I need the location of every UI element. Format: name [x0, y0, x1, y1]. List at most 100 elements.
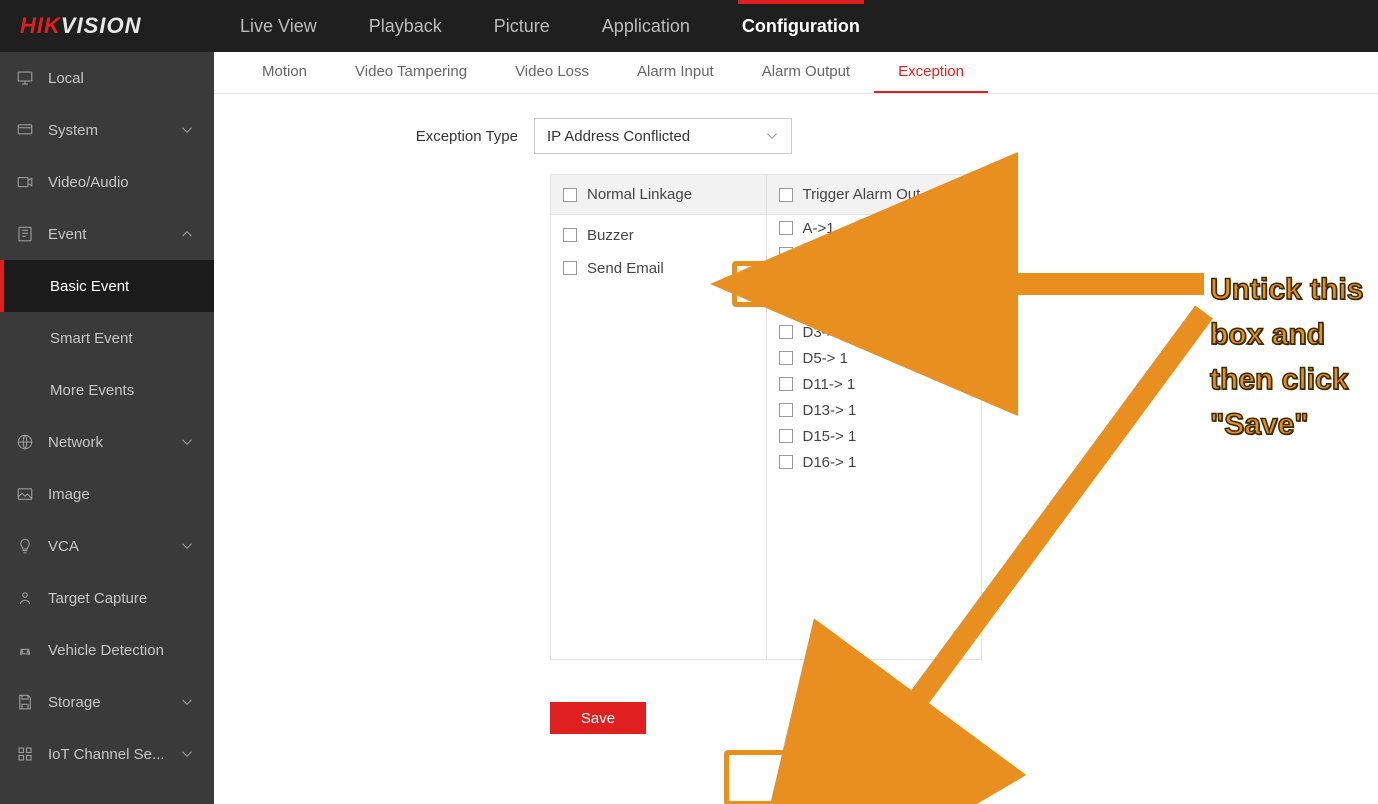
image-icon — [16, 485, 34, 503]
row-label: D16-> 1 — [803, 454, 857, 471]
sidebar-item-video-audio[interactable]: Video/Audio — [0, 156, 214, 208]
sidebar-item-event[interactable]: Event — [0, 208, 214, 260]
sidebar-item-storage[interactable]: Storage — [0, 676, 214, 728]
trigger-row[interactable]: A->1 — [767, 215, 982, 241]
checkbox[interactable] — [779, 455, 793, 469]
sidebar-item-target-capture[interactable]: Target Capture — [0, 572, 214, 624]
sidebar-sub-basic-event[interactable]: Basic Event — [0, 260, 214, 312]
sidebar-item-label: IoT Channel Se... — [48, 746, 164, 763]
trigger-row[interactable]: A->3 — [767, 267, 982, 293]
checkbox[interactable] — [779, 377, 793, 391]
chevron-down-icon — [178, 121, 196, 139]
save-icon — [16, 693, 34, 711]
checkbox[interactable] — [779, 325, 793, 339]
button-label: Save — [581, 710, 615, 727]
exception-type-label: Exception Type — [394, 128, 534, 145]
top-nav: Live View Playback Picture Application C… — [214, 0, 886, 52]
normal-linkage-header[interactable]: Normal Linkage — [551, 175, 766, 215]
tab-alarm-output[interactable]: Alarm Output — [738, 52, 874, 93]
nav-application[interactable]: Application — [576, 0, 716, 52]
sidebar-item-network[interactable]: Network — [0, 416, 214, 468]
trigger-row[interactable]: D5-> 1 — [767, 345, 982, 371]
normal-linkage-body: Buzzer Send Email — [551, 215, 766, 659]
chevron-down-icon — [178, 745, 196, 763]
brand-logo: HIKVISION — [0, 13, 214, 39]
nav-configuration[interactable]: Configuration — [716, 0, 886, 52]
checkbox[interactable] — [779, 299, 793, 313]
nav-label: Picture — [494, 16, 550, 37]
sidebar-item-system[interactable]: System — [0, 104, 214, 156]
header-label: Trigger Alarm Out… — [803, 186, 936, 203]
checkbox[interactable] — [563, 228, 577, 242]
globe-icon — [16, 433, 34, 451]
sidebar-item-local[interactable]: Local — [0, 52, 214, 104]
sidebar-item-vehicle-detection[interactable]: Vehicle Detection — [0, 624, 214, 676]
tab-alarm-input[interactable]: Alarm Input — [613, 52, 738, 93]
annotation-highlight-save — [724, 750, 852, 804]
save-button[interactable]: Save — [550, 702, 646, 734]
sidebar-item-image[interactable]: Image — [0, 468, 214, 520]
sidebar-item-iot[interactable]: IoT Channel Se... — [0, 728, 214, 780]
linkage-row-send-email[interactable]: Send Email — [551, 255, 766, 281]
trigger-row[interactable]: D15-> 1 — [767, 423, 982, 449]
tab-video-tampering[interactable]: Video Tampering — [331, 52, 491, 93]
tab-motion[interactable]: Motion — [238, 52, 331, 93]
tab-video-loss[interactable]: Video Loss — [491, 52, 613, 93]
nav-live-view[interactable]: Live View — [214, 0, 343, 52]
checkbox[interactable] — [779, 351, 793, 365]
brand-part1: HIK — [20, 13, 61, 38]
sidebar-item-label: Event — [48, 226, 86, 243]
sidebar-item-label: Video/Audio — [48, 174, 129, 191]
checkbox[interactable] — [779, 247, 793, 261]
tab-label: Motion — [262, 63, 307, 80]
trigger-row[interactable]: D13-> 1 — [767, 397, 982, 423]
sidebar-item-label: Basic Event — [50, 278, 129, 295]
person-icon — [16, 589, 34, 607]
sidebar-item-label: Smart Event — [50, 330, 133, 347]
sidebar: Local System Video/Audio Event Basic Eve… — [0, 52, 214, 804]
checkbox[interactable] — [779, 188, 793, 202]
sidebar-item-label: Vehicle Detection — [48, 642, 164, 659]
nav-picture[interactable]: Picture — [468, 0, 576, 52]
sidebar-item-label: More Events — [50, 382, 134, 399]
event-icon — [16, 225, 34, 243]
exception-type-select[interactable]: IP Address Conflicted — [534, 118, 792, 154]
trigger-row[interactable]: D3-> 1 — [767, 319, 982, 345]
checkbox[interactable] — [779, 221, 793, 235]
sidebar-item-vca[interactable]: VCA — [0, 520, 214, 572]
sidebar-sub-more-events[interactable]: More Events — [0, 364, 214, 416]
tab-label: Video Loss — [515, 63, 589, 80]
linkage-row-buzzer[interactable]: Buzzer — [551, 215, 766, 255]
tab-label: Alarm Output — [762, 63, 850, 80]
row-label: Buzzer — [587, 227, 634, 244]
sidebar-item-label: Image — [48, 486, 90, 503]
checkbox[interactable] — [779, 403, 793, 417]
trigger-alarm-body: A->1 A->2 A->3 A->4 D3-> 1 D5-> 1 D11-> … — [767, 215, 982, 659]
exception-type-row: Exception Type IP Address Conflicted — [394, 118, 1378, 154]
linkage-box: Normal Linkage Buzzer Send Email — [550, 174, 982, 660]
chevron-up-icon — [178, 225, 196, 243]
nav-playback[interactable]: Playback — [343, 0, 468, 52]
trigger-row[interactable]: A->4 — [767, 293, 982, 319]
row-label: Send Email — [587, 260, 664, 277]
sidebar-item-label: Target Capture — [48, 590, 147, 607]
trigger-row[interactable]: A->2 — [767, 241, 982, 267]
checkbox[interactable] — [779, 429, 793, 443]
trigger-row[interactable]: D11-> 1 — [767, 371, 982, 397]
chevron-down-icon — [763, 127, 781, 145]
trigger-row[interactable]: D16-> 1 — [767, 449, 982, 475]
nav-label: Live View — [240, 16, 317, 37]
tab-exception[interactable]: Exception — [874, 52, 988, 93]
sidebar-sub-smart-event[interactable]: Smart Event — [0, 312, 214, 364]
row-label: D5-> 1 — [803, 350, 848, 367]
checkbox[interactable] — [563, 188, 577, 202]
checkbox[interactable] — [779, 273, 793, 287]
row-label: D13-> 1 — [803, 402, 857, 419]
monitor-icon — [16, 69, 34, 87]
sidebar-item-label: System — [48, 122, 98, 139]
trigger-alarm-column: Trigger Alarm Out… A->1 A->2 A->3 A->4 D… — [767, 175, 982, 659]
row-label: A->4 — [803, 298, 835, 315]
checkbox[interactable] — [563, 261, 577, 275]
sidebar-item-label: Network — [48, 434, 103, 451]
trigger-alarm-header[interactable]: Trigger Alarm Out… — [767, 175, 982, 215]
